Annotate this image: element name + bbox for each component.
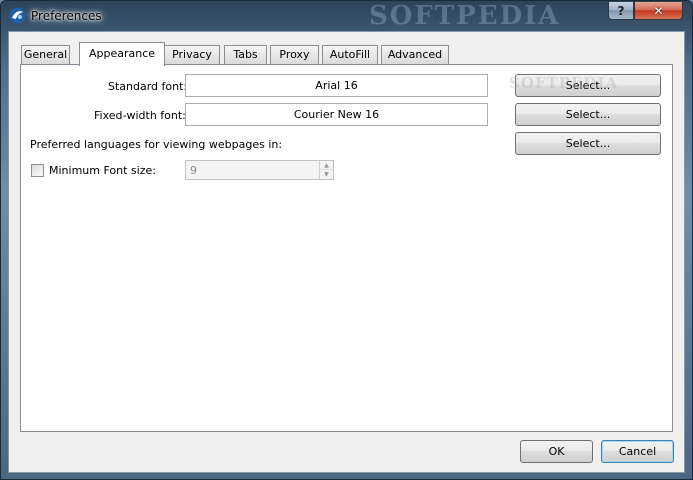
tab-tabs[interactable]: Tabs bbox=[224, 45, 267, 65]
fixed-font-select-button[interactable]: Select... bbox=[515, 103, 661, 126]
languages-select-button[interactable]: Select... bbox=[515, 132, 661, 155]
dialog-body: General Appearance Privacy Tabs Proxy Au… bbox=[8, 31, 685, 473]
spin-arrows: ▲ ▼ bbox=[319, 161, 333, 179]
tab-privacy[interactable]: Privacy bbox=[164, 45, 220, 65]
standard-font-label: Standard font: bbox=[108, 80, 188, 93]
min-font-value: 9 bbox=[190, 164, 197, 177]
watermark-overlay: SOFTPEDIA bbox=[509, 74, 619, 92]
fixed-font-label: Fixed-width font: bbox=[94, 109, 186, 122]
ok-button[interactable]: OK bbox=[520, 440, 593, 463]
cancel-button[interactable]: Cancel bbox=[601, 440, 674, 463]
preferences-window: Preferences SOFTPEDIA ? ✕ General Appear… bbox=[0, 0, 693, 480]
min-font-spinbox[interactable]: 9 ▲ ▼ bbox=[185, 160, 334, 180]
fixed-font-field: Courier New 16 bbox=[185, 103, 488, 126]
appearance-panel: Standard font: Arial 16 Select... Fixed-… bbox=[20, 64, 673, 432]
title-bar[interactable]: Preferences SOFTPEDIA ? ✕ bbox=[1, 1, 692, 31]
close-icon: ✕ bbox=[653, 3, 664, 18]
help-button[interactable]: ? bbox=[608, 2, 634, 20]
close-button[interactable]: ✕ bbox=[634, 2, 683, 20]
tab-advanced[interactable]: Advanced bbox=[381, 45, 449, 65]
spin-down-icon[interactable]: ▼ bbox=[320, 170, 333, 179]
spin-up-icon[interactable]: ▲ bbox=[320, 161, 333, 170]
min-font-label: Minimum Font size: bbox=[49, 164, 156, 177]
min-font-checkbox[interactable] bbox=[31, 164, 44, 177]
tab-autofill[interactable]: AutoFill bbox=[322, 45, 378, 65]
app-icon bbox=[9, 7, 26, 24]
help-icon: ? bbox=[617, 3, 625, 18]
window-title: Preferences bbox=[31, 9, 102, 23]
tab-appearance[interactable]: Appearance bbox=[79, 42, 165, 66]
tab-general[interactable]: General bbox=[21, 45, 70, 65]
watermark-logo: SOFTPEDIA bbox=[369, 1, 561, 31]
standard-font-field: Arial 16 bbox=[185, 74, 488, 97]
languages-label: Preferred languages for viewing webpages… bbox=[30, 138, 283, 151]
tab-proxy[interactable]: Proxy bbox=[270, 45, 319, 65]
